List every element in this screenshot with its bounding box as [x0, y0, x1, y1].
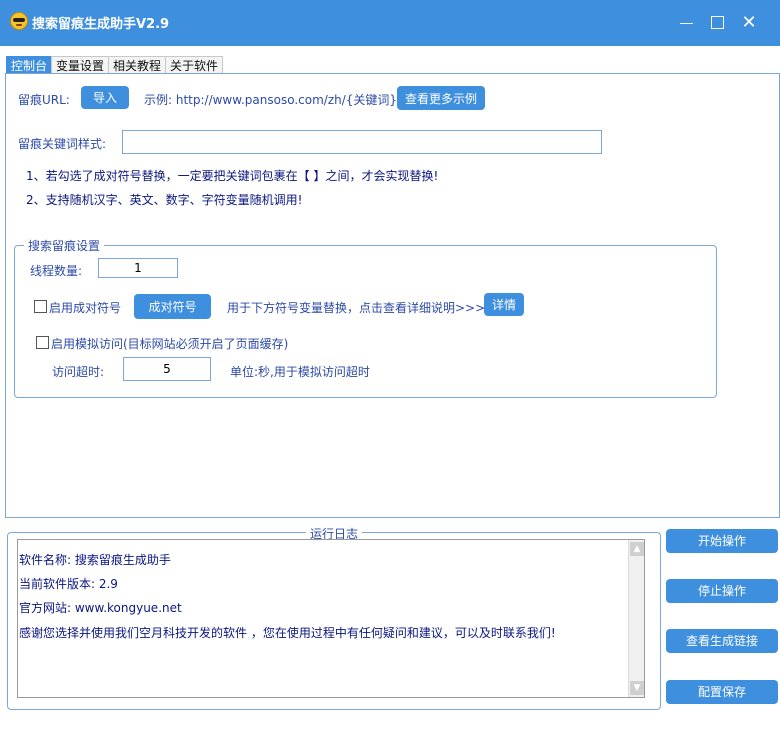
- detail-button[interactable]: 详情: [484, 293, 524, 316]
- pair-symbol-checkbox-label: 启用成对符号: [49, 301, 122, 315]
- note-line-1: 1、若勾选了成对符号替换，一定要把关键词包裹在【 】之间，才会实现替换!: [26, 169, 439, 183]
- save-config-button[interactable]: 配置保存: [666, 680, 778, 704]
- url-label: 留痕URL:: [18, 93, 70, 107]
- thread-count-label: 线程数量:: [30, 264, 83, 278]
- close-icon: ✕: [741, 12, 757, 33]
- simulate-visit-checkbox-label: 启用模拟访问(目标网站必须开启了页面缓存): [51, 337, 289, 351]
- timeout-input[interactable]: 5: [123, 357, 211, 381]
- start-button[interactable]: 开始操作: [666, 529, 778, 553]
- maximize-icon: [711, 16, 724, 29]
- timeout-label: 访问超时:: [52, 365, 105, 379]
- log-line: 软件名称: 搜索留痕生成助手: [19, 553, 171, 567]
- scroll-down-icon[interactable]: ▼: [630, 681, 644, 695]
- keyword-style-label: 留痕关键词样式:: [18, 137, 107, 151]
- stop-button[interactable]: 停止操作: [666, 579, 778, 603]
- pair-symbol-checkbox[interactable]: [34, 300, 47, 313]
- scroll-up-icon[interactable]: ▲: [630, 542, 644, 556]
- more-examples-button[interactable]: 查看更多示例: [397, 86, 485, 110]
- tab-about[interactable]: 关于软件: [165, 56, 224, 74]
- tab-tutorials[interactable]: 相关教程: [108, 56, 167, 74]
- keyword-style-input[interactable]: [122, 130, 602, 154]
- pair-symbol-button[interactable]: 成对符号: [134, 294, 211, 319]
- thread-count-input[interactable]: 1: [98, 258, 178, 278]
- import-button[interactable]: 导入: [81, 86, 129, 109]
- tab-variable-settings[interactable]: 变量设置: [51, 56, 110, 74]
- log-line: 当前软件版本: 2.9: [19, 577, 118, 591]
- title-bar: 搜索留痕生成助手V2.9 ✕: [0, 0, 780, 46]
- tab-console[interactable]: 控制台: [6, 56, 53, 74]
- app-logo-icon: [10, 12, 28, 30]
- minimize-icon: [680, 23, 693, 24]
- minimize-button[interactable]: [674, 11, 698, 35]
- note-line-2: 2、支持随机汉字、英文、数字、字符变量随机调用!: [26, 193, 303, 207]
- tab-bar: 控制台 变量设置 相关教程 关于软件: [6, 56, 224, 74]
- pair-symbol-hint: 用于下方符号变量替换，点击查看详细说明>>>: [227, 301, 486, 315]
- simulate-visit-checkbox[interactable]: [36, 336, 49, 349]
- log-scrollbar[interactable]: ▲ ▼: [628, 540, 644, 697]
- settings-group-legend: 搜索留痕设置: [24, 237, 105, 254]
- log-line: 官方网站: www.kongyue.net: [19, 601, 182, 615]
- timeout-hint: 单位:秒,用于模拟访问超时: [230, 365, 370, 379]
- window-title: 搜索留痕生成助手V2.9: [32, 17, 170, 32]
- log-line: 感谢您选择并使用我们空月科技开发的软件 ，您在使用过程中有任何疑问和建议，可以及…: [19, 626, 556, 640]
- maximize-button[interactable]: [705, 11, 729, 35]
- view-links-button[interactable]: 查看生成链接: [666, 629, 778, 653]
- run-log-textarea[interactable]: 软件名称: 搜索留痕生成助手 当前软件版本: 2.9 官方网站: www.kon…: [17, 539, 645, 698]
- example-text: 示例: http://www.pansoso.com/zh/{关键词}: [144, 93, 398, 107]
- close-button[interactable]: ✕: [737, 11, 761, 35]
